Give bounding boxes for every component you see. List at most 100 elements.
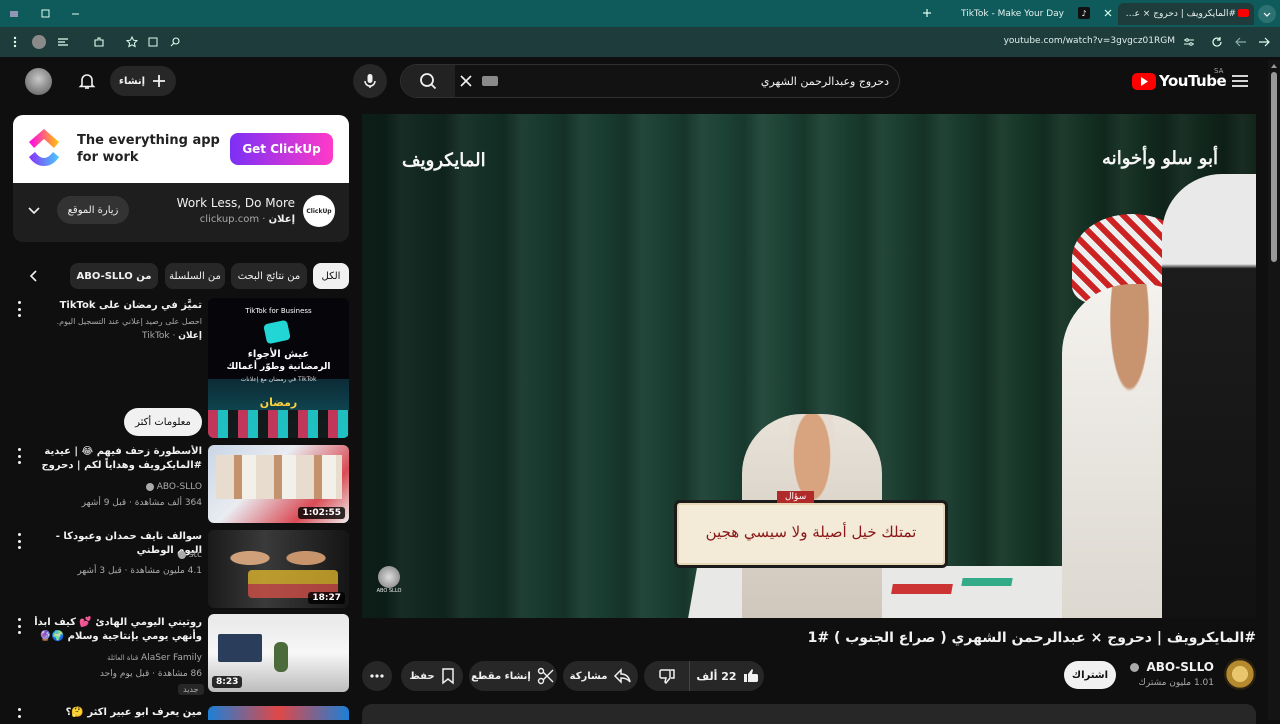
minimize-icon[interactable]	[68, 6, 82, 20]
tiktok-ad-desc: احصل على رصيد إعلاني عند التسجيل اليوم.	[56, 317, 202, 326]
view-count: 86 مشاهدة	[157, 669, 202, 679]
ad-title[interactable]: Work Less, Do More	[153, 196, 295, 210]
list-item-tiktok-ad[interactable]: TikTok for Business عيش الأجواء الرمضاني…	[0, 298, 360, 440]
video-duration: 8:23	[212, 676, 243, 688]
more-info-button[interactable]: معلومات أكثر	[124, 408, 202, 436]
like-button[interactable]: 22 ألف	[692, 661, 764, 691]
tiktok-ad-line2: الرمضانية وطوّر أعمالك	[226, 362, 331, 372]
description-box[interactable]	[362, 704, 1256, 724]
video-thumbnail[interactable]: 8:23	[208, 614, 349, 692]
item-menu-icon[interactable]	[14, 533, 24, 549]
expand-ad-chevron-icon[interactable]	[25, 202, 43, 220]
clear-search-icon[interactable]	[457, 72, 475, 90]
more-actions-button[interactable]	[362, 661, 392, 691]
puzzle-icon[interactable]	[92, 35, 106, 49]
item-menu-icon[interactable]	[14, 448, 24, 464]
video-title: مين يعرف ابو عبير اكثر 🤔؟	[65, 707, 202, 718]
channel-avatar[interactable]	[1224, 658, 1256, 690]
dislike-button[interactable]	[644, 661, 690, 691]
tab-youtube-active[interactable]: #المايكرويف | دحروج × عبدالرحمـ...	[1118, 3, 1254, 25]
url-text[interactable]: youtube.com/watch?v=3gvgcz01RGM	[900, 36, 1175, 46]
ramadan-logo: رمضان	[259, 396, 298, 409]
new-tab-icon[interactable]	[920, 6, 934, 20]
list-item[interactable]: 1:02:55 الأسطورة زحف فيهم 😂 | عيدية #الم…	[0, 445, 360, 525]
more-vert-icon[interactable]	[8, 35, 22, 49]
keyboard-icon[interactable]	[482, 76, 498, 86]
list-item[interactable]: مين يعرف ابو عبير اكثر 🤔؟	[0, 704, 360, 720]
meta-separator: ·	[126, 498, 132, 508]
reload-icon[interactable]	[1210, 35, 1224, 49]
ad-domain: clickup.com	[199, 214, 260, 225]
video-player[interactable]: المايكرويف أبو سلو وأخوانه سؤال تمتلك خي…	[362, 114, 1256, 618]
profile-avatar[interactable]	[32, 35, 46, 49]
plus-icon	[153, 75, 166, 87]
scrollbar-thumb[interactable]	[1271, 72, 1277, 262]
clip-button[interactable]: إنشاء مقطع	[469, 661, 557, 691]
ad-logo-text: ClickUp	[306, 207, 332, 215]
view-count: 364 ألف مشاهدة	[134, 498, 202, 508]
item-menu-icon[interactable]	[14, 301, 24, 317]
menu-icon[interactable]	[6, 6, 22, 22]
bookmark-star-icon[interactable]	[125, 35, 139, 49]
table-mat-red	[891, 584, 953, 594]
window-icon[interactable]	[38, 6, 52, 20]
channel-name-text: ABO-SLLO	[1146, 660, 1214, 674]
visit-site-button[interactable]: زيارة الموقع	[57, 196, 129, 224]
extensions-menu-icon[interactable]	[56, 35, 70, 49]
thumbnail-people	[216, 455, 342, 499]
ad-banner[interactable]: The everything app for work Get ClickUp	[13, 115, 349, 183]
region-code: SA	[1214, 67, 1224, 75]
reader-mode-icon[interactable]	[146, 35, 160, 49]
scroll-up-arrow-icon[interactable]	[1271, 64, 1277, 68]
ad-banner-cta[interactable]: Get ClickUp	[230, 133, 333, 165]
youtube-logo[interactable]: YouTube SA	[1132, 67, 1227, 93]
tab-tiktok[interactable]: TikTok - Make Your Day	[955, 3, 1085, 25]
tiktok-ad-line3: في رمضان مع إعلانات TikTok	[240, 376, 317, 383]
share-button[interactable]: مشاركة	[563, 661, 638, 691]
save-button[interactable]: حفظ	[401, 661, 463, 691]
tiktok-ad-thumbnail[interactable]: TikTok for Business عيش الأجواء الرمضاني…	[208, 298, 349, 438]
chip-label: من السلسلة	[169, 270, 221, 282]
verified-icon	[1130, 663, 1140, 672]
ad-banner-headline: The everything app for work	[77, 133, 220, 165]
create-button[interactable]: إنشاء	[110, 66, 176, 96]
video-thumbnail[interactable]: 1:02:55	[208, 445, 349, 523]
tab-close-icon[interactable]	[1102, 7, 1114, 19]
chip-from-channel[interactable]: من ABO-SLLO	[70, 263, 158, 289]
search-button[interactable]	[401, 65, 455, 97]
video-channel: ABO-SLLO	[32, 480, 202, 495]
save-label: حفظ	[409, 670, 435, 682]
channel-name[interactable]: ABO-SLLO	[1100, 660, 1214, 674]
channel-name: AlaSer Family	[141, 653, 202, 663]
list-item[interactable]: 18:27 سوالف نايف حمدان وعبودكا - اليوم ا…	[0, 530, 360, 610]
voice-search-mic-icon[interactable]	[353, 64, 387, 98]
item-menu-icon[interactable]	[14, 618, 24, 634]
account-avatar[interactable]	[25, 68, 52, 95]
ad-banner-cta-label: Get ClickUp	[242, 142, 321, 156]
forward-icon[interactable]	[1234, 35, 1248, 49]
page-scrollbar[interactable]	[1268, 60, 1280, 720]
hamburger-menu-icon[interactable]	[1230, 71, 1250, 91]
zoom-icon[interactable]	[168, 35, 182, 49]
video-thumbnail[interactable]: 18:27	[208, 530, 349, 608]
video-thumbnail[interactable]	[208, 706, 349, 720]
subscriber-count: 1.01 مليون مشترك	[1138, 678, 1215, 688]
tab-list-chevron-icon[interactable]	[1258, 5, 1276, 23]
list-item[interactable]: 8:23 روتيني اليومي الهادئ 💕 كيف ابدأ وأن…	[0, 614, 360, 700]
chips-scroll-chevron-icon[interactable]	[23, 266, 43, 286]
chip-label: من نتائج البحث	[237, 270, 301, 282]
back-icon[interactable]	[1257, 35, 1271, 49]
view-count: 4.1 مليون مشاهدة	[130, 566, 202, 576]
site-settings-icon[interactable]	[1182, 35, 1196, 49]
ad-logo: ClickUp	[303, 195, 335, 227]
chip-from-search[interactable]: من نتائج البحث	[231, 263, 307, 289]
chip-all[interactable]: الكل	[313, 263, 349, 289]
channel-name: stc	[188, 550, 202, 560]
video-title: #المايكرويف | دحروج × عبدالرحمن الشهري (…	[807, 630, 1256, 646]
chip-from-series[interactable]: من السلسلة	[165, 263, 225, 289]
subscribe-button[interactable]: اشتراك	[1064, 661, 1116, 689]
bookmark-icon	[441, 668, 454, 685]
item-menu-icon[interactable]	[14, 708, 24, 720]
search-input[interactable]	[505, 70, 889, 92]
notifications-bell-icon[interactable]	[76, 70, 98, 92]
